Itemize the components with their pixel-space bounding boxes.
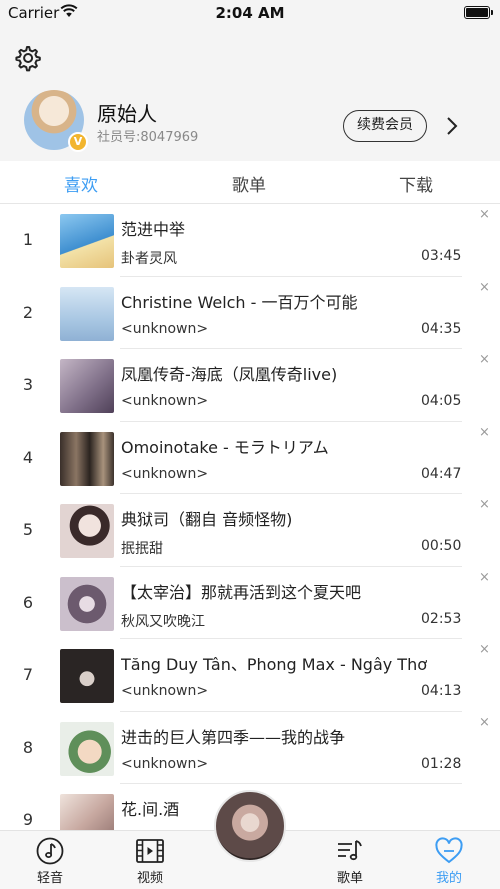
song-cover — [60, 431, 114, 486]
song-artist: <unknown> — [121, 465, 209, 482]
song-duration: 01:28 — [421, 755, 462, 772]
avatar[interactable]: V — [24, 90, 88, 152]
now-playing-disc[interactable] — [214, 790, 286, 862]
tabbar-item-light-music[interactable]: 轻音 — [20, 837, 80, 886]
vip-badge: V — [68, 132, 88, 152]
song-artist: <unknown> — [121, 683, 209, 699]
music-note-icon — [36, 837, 64, 865]
film-icon — [136, 839, 164, 863]
song-artist: 抿抿甜 — [121, 541, 163, 557]
song-row[interactable]: 7 Tăng Duy Tân、Phong Max - Ngây Thơ <unk… — [0, 639, 500, 712]
song-row[interactable]: 3 凤凰传奇-海底（凤凰传奇live) <unknown> 04:05 × — [0, 349, 500, 422]
song-duration: 02:53 — [421, 610, 462, 627]
song-artist: <unknown> — [121, 320, 209, 337]
song-row[interactable]: 4 Omoinotake - モラトリアム <unknown> 04:47 × — [0, 422, 500, 494]
song-number: 8 — [22, 737, 34, 757]
song-cover — [60, 504, 114, 558]
remove-icon[interactable]: × — [479, 425, 490, 440]
song-cover — [60, 721, 114, 776]
song-artist: <unknown> — [121, 393, 209, 409]
song-duration: 04:47 — [421, 465, 462, 482]
song-row[interactable]: 5 典狱司（翻自 音频怪物) 抿抿甜 00:50 × — [0, 494, 500, 567]
tabbar-item-mine[interactable]: 我的 — [419, 837, 479, 886]
remove-icon[interactable]: × — [479, 207, 490, 222]
chevron-right-icon[interactable] — [443, 114, 461, 138]
tabbar-label: 歌单 — [336, 871, 363, 886]
song-title: Christine Welch - 一百万个可能 — [121, 292, 358, 312]
tabbar-label: 我的 — [435, 871, 462, 886]
heart-icon — [435, 837, 463, 864]
song-duration: 00:50 — [421, 538, 462, 554]
song-number: 1 — [22, 230, 34, 249]
playlist-icon — [338, 840, 362, 861]
remove-icon[interactable]: × — [479, 497, 490, 512]
song-cover — [60, 214, 114, 268]
song-cover — [60, 794, 114, 830]
song-title: 范进中举 — [121, 220, 186, 239]
song-title: 凤凰传奇-海底（凤凰传奇live) — [121, 365, 338, 384]
remove-icon[interactable]: × — [479, 570, 490, 585]
remove-icon[interactable]: × — [479, 280, 490, 295]
song-number: 9 — [22, 810, 34, 829]
battery-icon — [464, 6, 493, 19]
song-duration: 04:13 — [421, 683, 462, 699]
remove-icon[interactable]: × — [479, 352, 490, 367]
tab-favorites[interactable]: 喜欢 — [64, 171, 98, 196]
tabbar-item-playlists[interactable]: 歌单 — [320, 837, 380, 886]
song-duration: 03:45 — [421, 248, 462, 264]
song-artist: 卦者灵风 — [121, 251, 177, 267]
song-number: 3 — [22, 375, 34, 394]
song-title: Tăng Duy Tân、Phong Max - Ngây Thơ — [121, 655, 428, 674]
remove-icon[interactable]: × — [479, 715, 490, 730]
song-duration: 04:35 — [421, 320, 462, 337]
song-cover — [60, 649, 114, 703]
tabbar-label: 视频 — [136, 871, 163, 886]
song-row[interactable]: 8 进击的巨人第四季——我的战争 <unknown> 01:28 × — [0, 712, 500, 784]
remove-icon[interactable]: × — [479, 642, 490, 657]
tab-downloads[interactable]: 下载 — [399, 171, 433, 196]
gear-icon[interactable] — [13, 44, 41, 72]
song-number: 7 — [22, 665, 34, 684]
tabbar-item-video[interactable]: 视频 — [120, 837, 180, 886]
tabbar-label: 轻音 — [36, 871, 63, 886]
song-number: 2 — [22, 302, 34, 322]
song-title: 【太宰治】那就再活到这个夏天吧 — [121, 582, 362, 602]
song-number: 4 — [22, 447, 34, 467]
song-row[interactable]: 1 范进中举 卦者灵风 03:45 × — [0, 204, 500, 277]
username: 原始人 — [97, 102, 157, 126]
song-number: 5 — [22, 520, 34, 539]
clock: 2:04 AM — [215, 4, 285, 22]
song-row[interactable]: 6 【太宰治】那就再活到这个夏天吧 秋风又吹晚江 02:53 × — [0, 567, 500, 639]
song-duration: 04:05 — [421, 393, 462, 409]
library-tabs: 喜欢 歌单 下载 — [0, 161, 500, 204]
song-list: 1 范进中举 卦者灵风 03:45 × 2 Christine Welch - … — [0, 204, 500, 830]
song-title: 典狱司（翻自 音频怪物) — [121, 510, 293, 529]
song-row[interactable]: 2 Christine Welch - 一百万个可能 <unknown> 04:… — [0, 277, 500, 349]
song-artist: 秋风又吹晚江 — [121, 613, 205, 630]
song-number: 6 — [22, 592, 34, 612]
status-bar: Carrier 2:04 AM — [0, 0, 500, 26]
song-cover — [60, 576, 114, 631]
song-title: Omoinotake - モラトリアム — [121, 437, 329, 457]
renew-membership-button[interactable]: 续费会员 — [343, 110, 427, 142]
tab-playlists[interactable]: 歌单 — [232, 171, 266, 196]
song-title: 花.间.酒 — [121, 800, 180, 819]
song-title: 进击的巨人第四季——我的战争 — [121, 727, 346, 747]
member-id: 社员号:8047969 — [97, 130, 199, 145]
song-cover — [60, 286, 114, 341]
song-artist: <unknown> — [121, 755, 209, 772]
profile-header: V 原始人 社员号:8047969 续费会员 — [0, 26, 500, 161]
song-cover — [60, 359, 114, 413]
